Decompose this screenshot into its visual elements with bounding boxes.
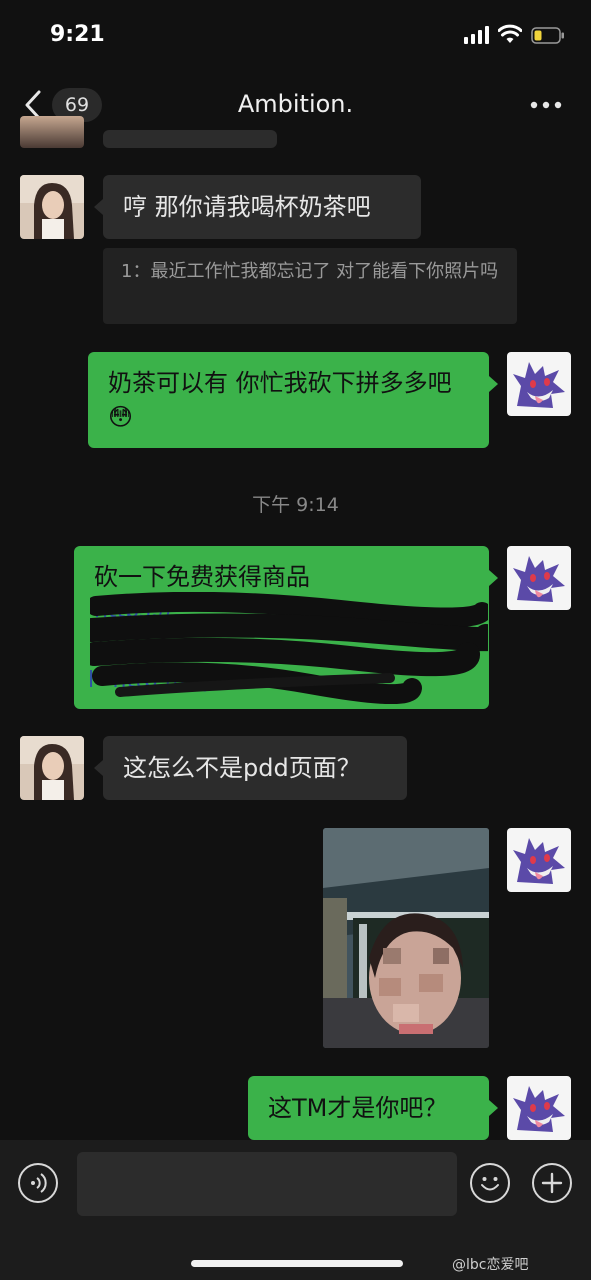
message-bubble[interactable]: 这怎么不是pdd页面？ — [103, 736, 407, 800]
contact-avatar[interactable] — [20, 175, 84, 239]
redaction-scribble — [90, 592, 488, 704]
nav-bar: 69 Ambition. — [0, 72, 591, 138]
message-bubble[interactable]: 这TM才是你吧？ — [248, 1076, 489, 1140]
photo-message[interactable] — [323, 828, 489, 1048]
plus-icon[interactable] — [532, 1163, 572, 1203]
chat-title: Ambition. — [237, 90, 354, 118]
quoted-message-text: 1：最近工作忙我都忘记了 对了能看下你照片吗 — [121, 261, 499, 282]
my-avatar[interactable] — [507, 1076, 571, 1140]
message-text: 这怎么不是pdd页面？ — [123, 754, 361, 782]
emoji-icon[interactable] — [470, 1163, 510, 1203]
status-time: 9:21 — [50, 22, 105, 47]
my-avatar[interactable] — [507, 546, 571, 610]
message-text: 奶茶可以有 你忙我砍下拼多多吧😳 — [108, 369, 452, 431]
message-bubble[interactable]: 奶茶可以有 你忙我砍下拼多多吧😳 — [88, 352, 489, 448]
message-input[interactable] — [77, 1152, 457, 1216]
more-dots-icon[interactable] — [530, 100, 562, 110]
battery-icon — [531, 27, 564, 44]
message-text: 砍一下免费获得商品 — [94, 563, 310, 591]
photo-image — [323, 828, 489, 1048]
contact-avatar[interactable] — [20, 116, 84, 148]
my-avatar[interactable] — [507, 352, 571, 416]
home-indicator[interactable] — [191, 1260, 403, 1267]
bubble-tail — [94, 199, 103, 215]
my-avatar[interactable] — [507, 828, 571, 892]
message-timestamp: 下午 9:14 — [252, 494, 339, 516]
status-bar: 9:21 — [0, 0, 591, 72]
message-text: 这TM才是你吧？ — [268, 1094, 448, 1122]
message-bubble-partial[interactable] — [103, 130, 277, 148]
bubble-tail — [489, 1100, 498, 1116]
bubble-tail — [94, 760, 103, 776]
bubble-tail — [489, 376, 498, 392]
watermark: @lbc恋爱吧 — [452, 1257, 529, 1273]
chat-screen: 9:21 69 Ambition. 哼 那你请我喝杯奶茶吧 1：最近工作忙我都忘… — [0, 0, 591, 1280]
quoted-message[interactable]: 1：最近工作忙我都忘记了 对了能看下你照片吗 — [103, 248, 517, 324]
voice-icon[interactable] — [18, 1163, 58, 1203]
bubble-tail — [489, 570, 498, 586]
message-bubble[interactable]: 哼 那你请我喝杯奶茶吧 — [103, 175, 421, 239]
message-text: 哼 那你请我喝杯奶茶吧 — [123, 193, 371, 221]
cellular-signal-icon — [464, 26, 489, 44]
wifi-icon — [498, 24, 522, 43]
contact-avatar[interactable] — [20, 736, 84, 800]
